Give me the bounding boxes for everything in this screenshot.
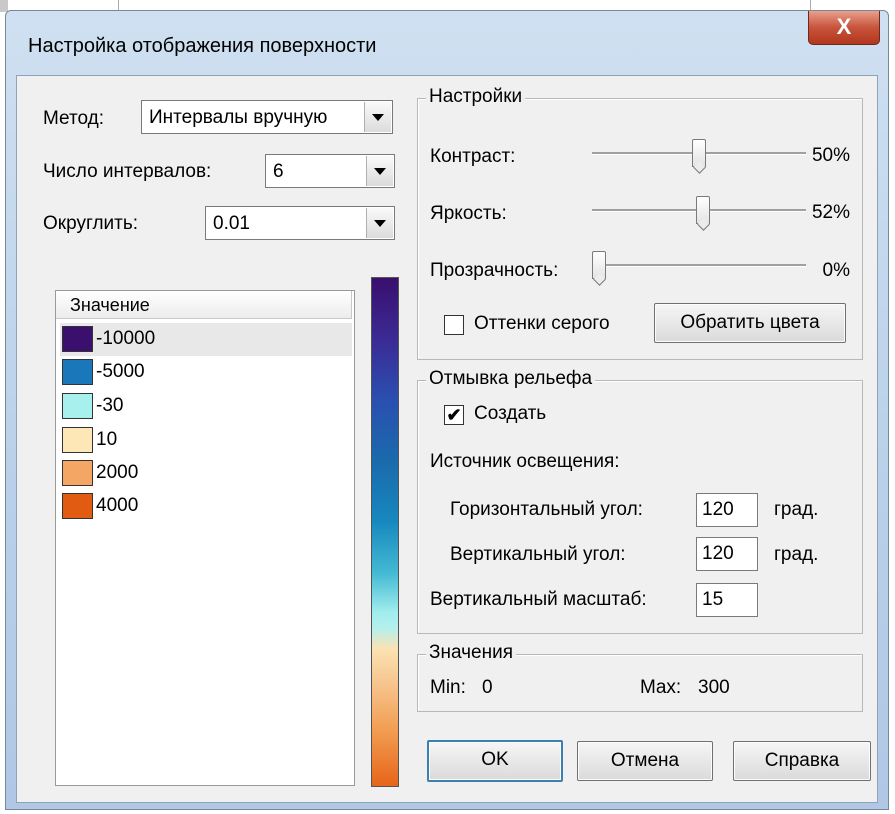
method-select[interactable]: Интервалы вручную [141,100,393,134]
vertical-scale-field[interactable]: 15 [696,583,758,617]
list-item-label: 10 [96,429,118,450]
cancel-button[interactable]: Отмена [577,741,713,781]
dialog-title: Настройка отображения поверхности [28,35,377,57]
transparency-value: 0% [822,260,850,281]
settings-group: Настройки Контраст: 50% Яркость: 52% Про… [417,86,863,360]
slider-thumb[interactable] [592,251,606,279]
transparency-slider[interactable] [592,251,806,281]
slider-track [592,264,806,267]
contrast-label: Контраст: [430,146,516,167]
contrast-value: 50% [811,145,850,166]
vertical-angle-label: Вертикальный угол: [450,544,626,565]
rounding-select-value: 0.01 [213,213,250,234]
min-label: Min: [430,677,466,698]
close-button[interactable]: X [808,11,880,45]
horizontal-angle-unit: град. [774,499,819,520]
list-item-label: 2000 [96,462,139,483]
intervals-select[interactable]: 6 [265,154,395,188]
list-item[interactable]: 4000 [60,490,352,523]
legend-column-header[interactable]: Значение [56,291,352,319]
list-item[interactable]: -10000 [60,323,352,356]
list-item-label: -5000 [96,361,145,382]
chevron-down-icon[interactable] [366,156,393,186]
vertical-scale-label: Вертикальный масштаб: [430,589,647,610]
slider-thumb[interactable] [692,139,706,167]
dialog-client-area: Метод: Интервалы вручную Число интервало… [16,75,878,803]
help-button[interactable]: Справка [733,741,871,781]
values-group: Значения Min: 0 Max: 300 [417,642,863,712]
transparency-label: Прозрачность: [430,260,559,281]
dialog-window: Настройка отображения поверхности X Мето… [5,10,889,810]
color-swatch[interactable] [62,393,93,419]
title-bar[interactable]: Настройка отображения поверхности X [6,11,888,75]
color-swatch[interactable] [62,326,93,352]
grayscale-label[interactable]: Оттенки серого [474,313,610,335]
color-swatch[interactable] [62,460,93,486]
max-label: Max: [640,677,682,698]
intervals-select-value: 6 [273,161,284,182]
method-label: Метод: [43,108,104,129]
background-window-fragment [118,0,155,10]
rounding-select[interactable]: 0.01 [205,206,395,240]
chevron-down-icon[interactable] [366,208,393,238]
brightness-slider[interactable] [592,196,806,226]
list-item[interactable]: 10 [60,424,352,457]
color-ramp-preview [371,277,399,787]
close-icon: X [836,14,852,39]
min-value: 0 [482,677,493,698]
horizontal-angle-label: Горизонтальный угол: [450,499,643,520]
vertical-angle-unit: град. [774,544,819,565]
list-item[interactable]: 2000 [60,457,352,490]
chevron-down-icon[interactable] [364,102,391,132]
values-group-title: Значения [426,642,516,664]
list-item-label: -10000 [96,328,156,349]
list-item-label: 4000 [96,495,139,516]
hillshade-group-title: Отмывка рельефа [426,368,596,390]
max-value: 300 [698,677,730,698]
horizontal-angle-field[interactable]: 120 [696,493,758,527]
create-hillshade-checkbox[interactable]: ✔ [444,405,464,425]
create-hillshade-label[interactable]: Создать [474,403,546,425]
brightness-label: Яркость: [430,203,507,224]
settings-group-title: Настройки [426,86,526,108]
list-item-label: -30 [96,395,124,416]
contrast-slider[interactable] [592,139,806,169]
list-item[interactable]: -5000 [60,356,352,389]
intervals-label: Число интервалов: [43,161,212,182]
list-item[interactable]: -30 [60,390,352,423]
invert-colors-button[interactable]: Обратить цвета [654,303,846,343]
method-select-value: Интервалы вручную [149,107,328,128]
hillshade-group: Отмывка рельефа ✔ Создать Источник освещ… [417,368,863,634]
light-source-label: Источник освещения: [430,451,620,472]
legend-list[interactable]: Значение -10000 -5000 -30 10 2000 4000 [55,290,355,786]
color-swatch[interactable] [62,427,93,453]
slider-thumb[interactable] [696,196,710,224]
color-swatch[interactable] [62,493,93,519]
brightness-value: 52% [811,202,850,223]
grayscale-checkbox[interactable] [444,315,464,335]
rounding-label: Округлить: [43,213,139,234]
ok-button[interactable]: OK [427,740,563,782]
vertical-angle-field[interactable]: 120 [696,537,758,571]
color-swatch[interactable] [62,359,93,385]
